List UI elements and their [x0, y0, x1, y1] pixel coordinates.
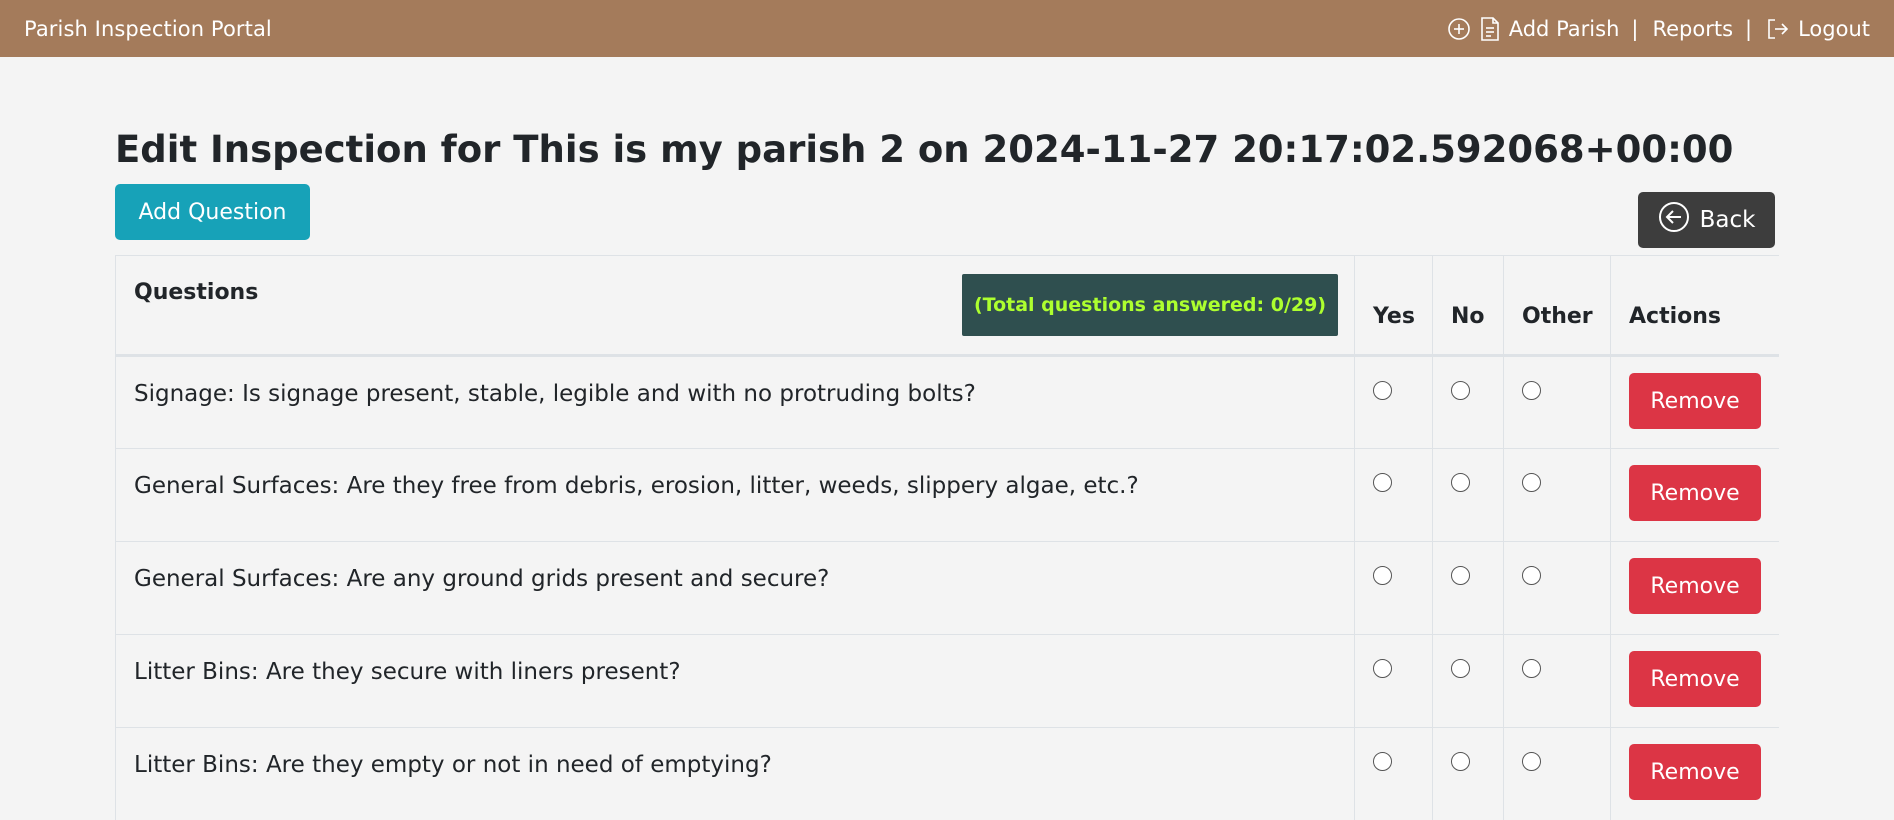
yes-radio[interactable] [1373, 752, 1392, 771]
question-text: General Surfaces: Are they free from deb… [115, 448, 1355, 542]
yes-radio[interactable] [1373, 566, 1392, 585]
arrow-left-circle-icon [1658, 201, 1690, 239]
question-text: Litter Bins: Are they empty or not in ne… [115, 727, 1355, 820]
questions-table-wrapper: Questions (Total questions answered: 0/2… [115, 255, 1779, 820]
yes-cell [1354, 727, 1433, 820]
yes-radio[interactable] [1373, 381, 1392, 400]
actions-cell: Remove [1610, 541, 1779, 635]
table-row: Signage: Is signage present, stable, leg… [115, 355, 1779, 449]
actions-cell: Remove [1610, 634, 1779, 728]
yes-cell [1354, 448, 1433, 542]
table-header-row: Questions (Total questions answered: 0/2… [115, 255, 1779, 357]
no-cell [1432, 448, 1504, 542]
remove-button[interactable]: Remove [1629, 651, 1761, 707]
logout-link[interactable]: Logout [1766, 17, 1870, 41]
question-text: General Surfaces: Are any ground grids p… [115, 541, 1355, 635]
other-radio[interactable] [1522, 566, 1541, 585]
actions-header: Actions [1610, 255, 1779, 357]
yes-cell [1354, 634, 1433, 728]
page-title: Edit Inspection for This is my parish 2 … [115, 128, 1734, 171]
navbar-brand[interactable]: Parish Inspection Portal [24, 17, 272, 41]
other-radio[interactable] [1522, 381, 1541, 400]
table-row: General Surfaces: Are they free from deb… [115, 448, 1779, 542]
actions-cell: Remove [1610, 727, 1779, 820]
remove-button[interactable]: Remove [1629, 373, 1761, 429]
table-row: General Surfaces: Are any ground grids p… [115, 541, 1779, 635]
no-cell [1432, 355, 1504, 449]
logout-label: Logout [1798, 16, 1870, 41]
actions-cell: Remove [1610, 448, 1779, 542]
remove-button[interactable]: Remove [1629, 744, 1761, 800]
reports-link[interactable]: Reports [1652, 17, 1733, 41]
yes-radio[interactable] [1373, 473, 1392, 492]
table-row: Litter Bins: Are they empty or not in ne… [115, 727, 1779, 820]
navbar-links: Add Parish | Reports | Logout [1447, 16, 1870, 42]
yes-radio[interactable] [1373, 659, 1392, 678]
no-cell [1432, 727, 1504, 820]
back-label: Back [1699, 207, 1756, 233]
no-radio[interactable] [1451, 659, 1470, 678]
actions-cell: Remove [1610, 355, 1779, 449]
yes-cell [1354, 541, 1433, 635]
no-radio[interactable] [1451, 381, 1470, 400]
add-parish-link[interactable]: Add Parish [1509, 17, 1620, 41]
yes-cell [1354, 355, 1433, 449]
table-row: Litter Bins: Are they secure with liners… [115, 634, 1779, 728]
questions-header: Questions (Total questions answered: 0/2… [115, 255, 1355, 357]
questions-table: Questions (Total questions answered: 0/2… [115, 255, 1779, 820]
other-cell [1503, 448, 1611, 542]
no-cell [1432, 634, 1504, 728]
answered-count-badge: (Total questions answered: 0/29) [962, 274, 1338, 336]
no-radio[interactable] [1451, 566, 1470, 585]
document-icon[interactable] [1479, 16, 1501, 42]
logout-icon [1766, 17, 1790, 41]
other-cell [1503, 727, 1611, 820]
other-header: Other [1503, 255, 1611, 357]
add-question-button[interactable]: Add Question [115, 184, 310, 240]
plus-circle-icon[interactable] [1447, 17, 1471, 41]
yes-header: Yes [1354, 255, 1433, 357]
question-text: Litter Bins: Are they secure with liners… [115, 634, 1355, 728]
question-text: Signage: Is signage present, stable, leg… [115, 355, 1355, 449]
questions-header-label: Questions [134, 280, 259, 305]
other-radio[interactable] [1522, 752, 1541, 771]
nav-separator: | [1745, 16, 1753, 41]
nav-separator: | [1631, 16, 1639, 41]
other-cell [1503, 634, 1611, 728]
back-button[interactable]: Back [1638, 192, 1775, 248]
no-radio[interactable] [1451, 752, 1470, 771]
no-header: No [1432, 255, 1504, 357]
top-navbar: Parish Inspection Portal Add Parish | Re… [0, 0, 1894, 57]
remove-button[interactable]: Remove [1629, 558, 1761, 614]
other-radio[interactable] [1522, 473, 1541, 492]
no-radio[interactable] [1451, 473, 1470, 492]
no-cell [1432, 541, 1504, 635]
other-radio[interactable] [1522, 659, 1541, 678]
other-cell [1503, 541, 1611, 635]
remove-button[interactable]: Remove [1629, 465, 1761, 521]
other-cell [1503, 355, 1611, 449]
